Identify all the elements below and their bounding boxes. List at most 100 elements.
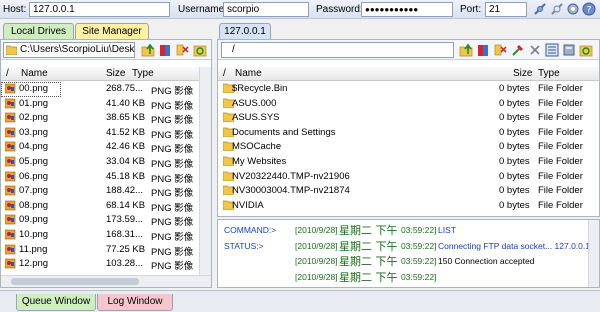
- tab-local-drives[interactable]: Local Drives: [3, 23, 74, 39]
- file-name: 08.png: [19, 199, 49, 211]
- column-type[interactable]: Type: [132, 68, 154, 79]
- local-horizontal-scrollbar[interactable]: [1, 275, 211, 287]
- username-label: Username:: [178, 4, 227, 15]
- remote-folder-row[interactable]: Documents and Settings 0 bytes File Folder: [218, 126, 599, 141]
- log-vertical-scrollbar[interactable]: [588, 220, 599, 287]
- log-clock: 03:59:22]: [401, 256, 437, 266]
- file-type: PNG 影像: [151, 261, 194, 273]
- local-file-row[interactable]: 01.png 41.40 KB PNG 影像: [1, 97, 199, 112]
- file-name: 06.png: [19, 170, 49, 182]
- folder-type: File Folder: [538, 97, 583, 109]
- up-folder-icon[interactable]: [459, 43, 473, 57]
- tab-queue-window[interactable]: Queue Window: [16, 294, 96, 311]
- delete-icon[interactable]: [493, 43, 507, 57]
- local-file-row[interactable]: 03.png 41.52 KB PNG 影像: [1, 126, 199, 141]
- png-file-icon: [5, 127, 16, 138]
- settings-gear-icon[interactable]: [566, 2, 580, 16]
- bottom-tab-bar: Queue Window Log Window: [0, 290, 600, 312]
- remote-folder-row[interactable]: My Websites 0 bytes File Folder: [218, 155, 599, 170]
- png-file-icon: [5, 141, 16, 152]
- column-name[interactable]: Name: [235, 68, 262, 79]
- folder-name: MSOCache: [232, 141, 282, 153]
- remote-folder-row[interactable]: ASUS.SYS 0 bytes File Folder: [218, 111, 599, 126]
- folder-size: 0 bytes: [499, 83, 530, 94]
- port-input[interactable]: 21: [485, 2, 527, 17]
- folder-type: File Folder: [538, 83, 583, 94]
- file-type: PNG 影像: [151, 232, 194, 243]
- local-file-row[interactable]: 08.png 68.14 KB PNG 影像: [1, 199, 199, 214]
- folder-size: 0 bytes: [499, 156, 530, 167]
- column-size[interactable]: Size: [106, 68, 125, 79]
- scroll-thumb[interactable]: [11, 278, 139, 285]
- local-file-row[interactable]: 07.png 188.42... PNG 影像: [1, 184, 199, 199]
- file-size: 188.42...: [106, 185, 143, 197]
- host-input[interactable]: 127.0.0.1: [29, 2, 170, 17]
- column-type[interactable]: Type: [538, 68, 560, 79]
- close-icon[interactable]: [528, 43, 542, 57]
- local-file-row[interactable]: 02.png 38.65 KB PNG 影像: [1, 111, 199, 126]
- png-file-icon: [5, 214, 16, 225]
- local-file-row[interactable]: 10.png 168.31... PNG 影像: [1, 228, 199, 243]
- log-clock: 03:59:22]: [401, 240, 437, 251]
- png-file-icon: [5, 83, 16, 94]
- delete-icon[interactable]: [175, 43, 189, 57]
- column-root[interactable]: /: [223, 68, 226, 79]
- new-folder-icon[interactable]: [158, 43, 172, 57]
- folder-size: 0 bytes: [499, 185, 530, 197]
- username-input[interactable]: scorpio: [223, 2, 309, 17]
- local-file-row[interactable]: 00.png 268.75... PNG 影像: [1, 82, 193, 97]
- local-path-input[interactable]: C:\Users\ScorpioLiu\Desk: [3, 42, 135, 58]
- log-message: Connecting FTP data socket... 127.0.0.1:…: [438, 240, 598, 251]
- remote-folder-row[interactable]: ASUS.000 0 bytes File Folder: [218, 97, 599, 112]
- local-file-row[interactable]: 04.png 42.46 KB PNG 影像: [1, 140, 199, 155]
- png-file-icon: [5, 171, 16, 181]
- tab-remote-host[interactable]: 127.0.0.1: [219, 23, 271, 39]
- folder-name: My Websites: [232, 156, 287, 167]
- tab-log-window[interactable]: Log Window: [97, 294, 173, 311]
- column-root[interactable]: /: [6, 68, 9, 79]
- local-file-row[interactable]: 05.png 33.04 KB PNG 影像: [1, 155, 199, 170]
- file-size: 41.40 KB: [106, 97, 146, 109]
- local-path-bar: C:\Users\ScorpioLiu\Desk: [1, 40, 211, 60]
- file-size: 42.46 KB: [106, 141, 146, 153]
- local-file-row[interactable]: 11.png 77.25 KB PNG 影像: [1, 243, 199, 258]
- column-name[interactable]: Name: [21, 68, 48, 79]
- column-size[interactable]: Size: [513, 68, 532, 79]
- server-icon[interactable]: [562, 43, 576, 57]
- local-file-row[interactable]: 09.png 173.59... PNG 影像: [1, 213, 199, 228]
- connect-icon[interactable]: [533, 2, 547, 16]
- disconnect-icon[interactable]: [550, 2, 564, 16]
- remote-file-panel: / / Name Size Type $Recycle.Bin 0 bytes …: [217, 39, 600, 217]
- host-label: Host:: [3, 4, 27, 15]
- folder-name: ASUS.000: [232, 97, 277, 109]
- view-details-icon[interactable]: [545, 43, 559, 57]
- remote-folder-row[interactable]: MSOCache 0 bytes File Folder: [218, 140, 599, 155]
- new-folder-icon[interactable]: [476, 43, 490, 57]
- file-type: PNG 影像: [151, 129, 194, 141]
- refresh-icon[interactable]: [193, 43, 207, 57]
- remote-folder-row[interactable]: NV20322440.TMP-nv21906 0 bytes File Folder: [218, 170, 599, 185]
- log-panel: COMMAND:> [2010/9/28] 星期二 下午 03:59:22] LIST S…: [217, 219, 600, 288]
- remote-path-input[interactable]: /: [221, 42, 454, 58]
- folder-name: Documents and Settings: [232, 126, 336, 138]
- help-icon[interactable]: ?: [582, 2, 596, 16]
- folder-size: 0 bytes: [499, 170, 530, 182]
- permissions-icon[interactable]: [511, 43, 525, 57]
- log-label: STATUS:>: [224, 240, 264, 251]
- file-name: 01.png: [19, 97, 49, 109]
- tab-site-manager[interactable]: Site Manager: [75, 23, 149, 39]
- local-file-row[interactable]: 06.png 45.18 KB PNG 影像: [1, 170, 199, 185]
- remote-folder-row[interactable]: NV30003004.TMP-nv21874 0 bytes File Folder: [218, 184, 599, 199]
- png-file-icon: [5, 185, 16, 196]
- refresh-icon[interactable]: [579, 43, 593, 57]
- local-vertical-scrollbar[interactable]: [199, 67, 211, 275]
- log-date: [2010/9/28]: [295, 225, 338, 235]
- file-name: 03.png: [19, 126, 49, 138]
- up-folder-icon[interactable]: [141, 43, 155, 57]
- remote-folder-row[interactable]: $Recycle.Bin 0 bytes File Folder: [218, 82, 599, 97]
- folder-type: File Folder: [538, 112, 583, 124]
- password-input[interactable]: ●●●●●●●●●●●: [361, 2, 453, 17]
- folder-size: 0 bytes: [499, 97, 530, 109]
- remote-folder-row[interactable]: NVIDIA 0 bytes File Folder: [218, 199, 599, 214]
- local-file-row[interactable]: 12.png 103.28... PNG 影像: [1, 257, 199, 272]
